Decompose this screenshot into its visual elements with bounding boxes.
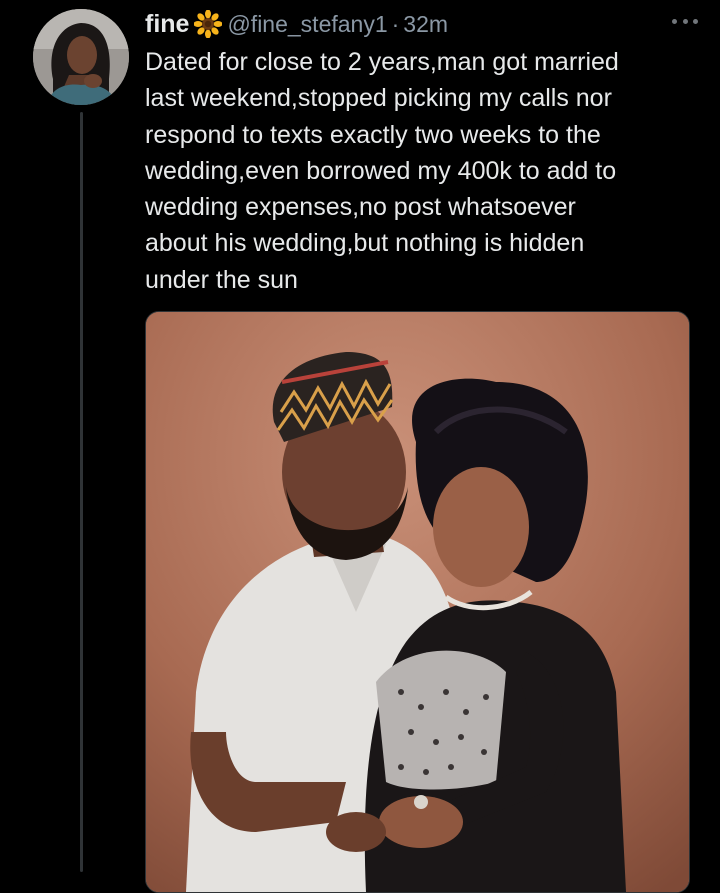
thread-line — [80, 112, 83, 872]
more-options-icon[interactable] — [672, 13, 698, 29]
tweet-header: fine @fine_stefany1 · 32m — [145, 8, 448, 40]
tweet-media-photo[interactable] — [145, 311, 690, 893]
tweet-text-line: respond to texts exactly two weeks to th… — [145, 120, 601, 149]
tweet-text-line: about his wedding,but nothing is hidden — [145, 229, 585, 258]
tweet-text-line: last weekend,stopped picking my calls no… — [145, 84, 612, 113]
wedding-couple-photo — [146, 312, 689, 892]
display-name[interactable]: fine — [145, 10, 189, 39]
handle[interactable]: @fine_stefany1 — [227, 11, 387, 38]
tweet-text: Dated for close to 2 years,man got marri… — [145, 44, 705, 298]
separator: · — [391, 10, 400, 37]
tweet-text-line: wedding,even borrowed my 400k to add to — [145, 156, 617, 185]
sunflower-icon — [193, 9, 223, 39]
tweet[interactable]: fine @fine_stefany1 · 32m Dated for clos… — [0, 0, 720, 893]
avatar[interactable] — [33, 9, 129, 105]
avatar-photo — [33, 9, 129, 105]
timestamp[interactable]: 32m — [403, 11, 448, 38]
tweet-text-line: under the sun — [145, 265, 298, 294]
tweet-text-line: Dated for close to 2 years,man got marri… — [145, 48, 619, 76]
tweet-text-line: wedding expenses,no post whatsoever — [145, 193, 576, 222]
